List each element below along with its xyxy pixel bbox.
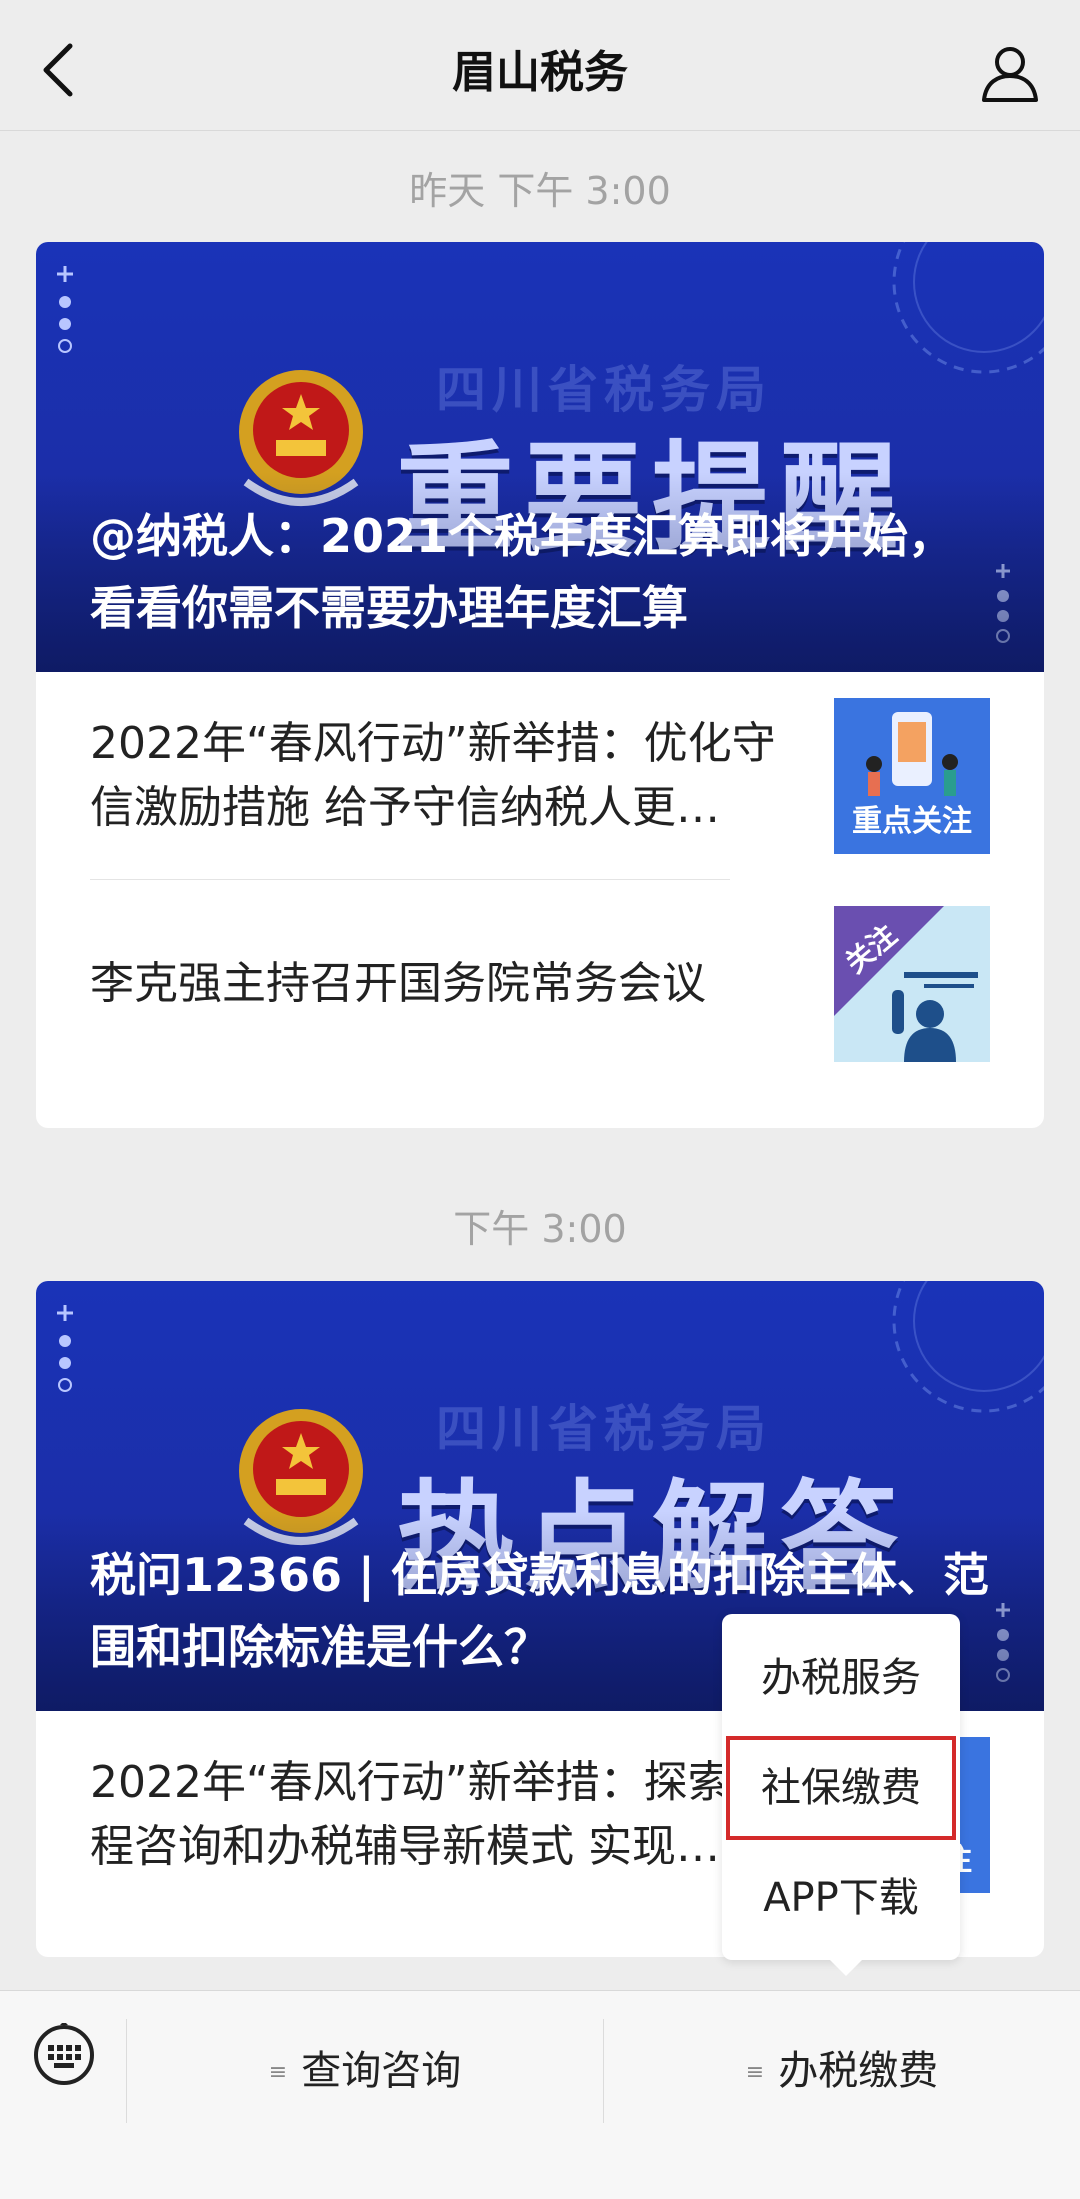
menu-lines-icon: ≡ (268, 2060, 288, 2085)
article-thumbnail: 重点关注 (834, 698, 990, 854)
message-timestamp: 昨天 下午 3:00 (409, 169, 671, 213)
decorative-arc (892, 242, 1044, 374)
submenu-item-tax-service[interactable]: 办税服务 (722, 1622, 960, 1734)
decorative-dots-icon (57, 1305, 73, 1392)
decorative-dots-icon (57, 266, 73, 353)
menu-button-tax-payment[interactable]: ≡ 办税缴费 (604, 1991, 1080, 2151)
submenu-item-social-security[interactable]: 社保缴费 (722, 1732, 960, 1844)
menu-button-query-consult[interactable]: ≡ 查询咨询 (127, 1991, 603, 2151)
message-timestamp: 下午 3:00 (453, 1207, 627, 1251)
decorative-arc (892, 1281, 1044, 1413)
menu-button-label: 办税缴费 (778, 2048, 939, 2094)
thumbnail-label: 重点关注 (852, 804, 972, 839)
article-banner[interactable]: 四川省税务局 重要提醒 @纳税人：2021个税年度汇算即将开始，看看你需不需要办… (36, 242, 1044, 672)
submenu-item-app-download[interactable]: APP下载 (722, 1842, 960, 1954)
menu-button-label: 查询咨询 (301, 2048, 462, 2094)
menu-lines-icon: ≡ (745, 2060, 765, 2085)
article-card: 四川省税务局 重要提醒 @纳税人：2021个税年度汇算即将开始，看看你需不需要办… (36, 242, 1044, 1128)
article-title: 2022年“春风行动”新举措：探索远程咨询和办税辅导新模式 实现… (90, 1757, 776, 1872)
bottom-menu-bar: ≡ 查询咨询 ≡ 办税缴费 (0, 1990, 1080, 2199)
submenu-popup: 办税服务 社保缴费 APP下载 (722, 1614, 960, 1976)
article-thumbnail: 关注 (834, 906, 990, 1062)
profile-icon[interactable] (978, 42, 1042, 106)
keyboard-icon[interactable] (32, 2023, 96, 2087)
page-title: 眉山税务 (452, 47, 628, 98)
article-title: 2022年“春风行动”新举措：优化守信激励措施 给予守信纳税人更… (90, 718, 776, 833)
article-list-item[interactable]: 2022年“春风行动”新举措：优化守信激励措施 给予守信纳税人更… 重点关注 (90, 672, 990, 880)
article-headline[interactable]: @纳税人：2021个税年度汇算即将开始，看看你需不需要办理年度汇算 (90, 500, 990, 644)
article-title: 李克强主持召开国务院常务会议 (90, 958, 706, 1009)
raised-hand-illustration-icon (834, 906, 990, 1062)
top-bar: 眉山税务 (0, 0, 1080, 131)
article-list-item[interactable]: 李克强主持召开国务院常务会议 关注 (90, 880, 990, 1088)
